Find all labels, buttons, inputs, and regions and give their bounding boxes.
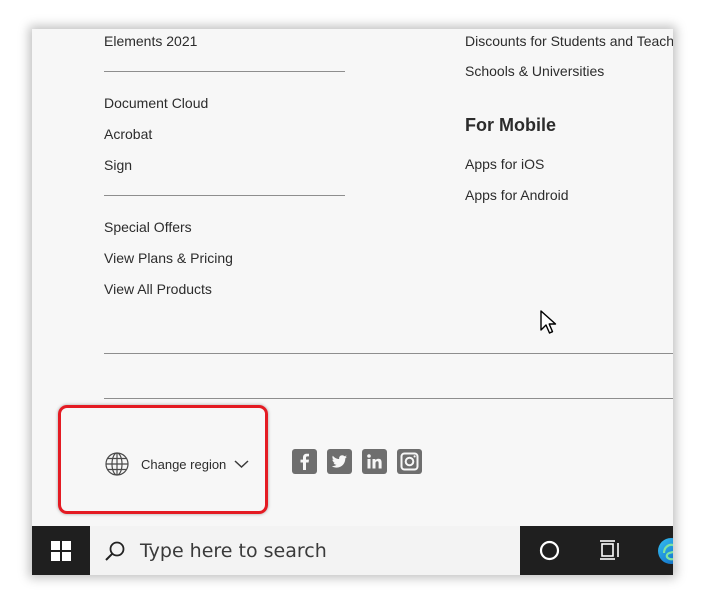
footer-link-discounts-students-teachers[interactable]: Discounts for Students and Teachers	[465, 32, 673, 50]
divider	[104, 353, 673, 354]
taskbar-search-input[interactable]: Type here to search	[90, 526, 520, 575]
divider	[104, 195, 345, 196]
windows-taskbar: Type here to search	[32, 526, 673, 575]
for-mobile-heading: For Mobile	[465, 115, 556, 135]
twitter-icon[interactable]	[327, 449, 352, 474]
footer-link-view-plans-pricing[interactable]: View Plans & Pricing	[104, 249, 233, 267]
footer-link-document-cloud[interactable]: Document Cloud	[104, 94, 208, 112]
divider	[104, 71, 345, 72]
browser-viewport: Elements 2021 Document Cloud Acrobat Sig…	[32, 29, 673, 575]
footer-link-view-all-products[interactable]: View All Products	[104, 280, 212, 298]
facebook-icon[interactable]	[292, 449, 317, 474]
task-view-icon[interactable]	[598, 538, 622, 562]
footer-link-sign[interactable]: Sign	[104, 156, 132, 174]
footer-link-acrobat[interactable]: Acrobat	[104, 125, 152, 143]
linkedin-icon[interactable]	[362, 449, 387, 474]
instagram-icon[interactable]	[397, 449, 422, 474]
footer-link-elements-2021[interactable]: Elements 2021	[104, 32, 197, 50]
start-button[interactable]	[32, 526, 90, 575]
search-placeholder: Type here to search	[140, 539, 327, 562]
footer-link-apps-android[interactable]: Apps for Android	[465, 186, 569, 204]
cortana-icon[interactable]	[538, 539, 561, 562]
highlight-box	[58, 405, 268, 514]
windows-logo-icon	[51, 540, 71, 561]
footer-link-schools-universities[interactable]: Schools & Universities	[465, 62, 604, 80]
mouse-cursor-icon	[540, 310, 557, 334]
edge-browser-icon[interactable]	[656, 536, 673, 566]
search-icon	[105, 541, 125, 561]
footer-link-apps-ios[interactable]: Apps for iOS	[465, 155, 544, 173]
footer-link-special-offers[interactable]: Special Offers	[104, 218, 192, 236]
divider	[104, 398, 673, 399]
